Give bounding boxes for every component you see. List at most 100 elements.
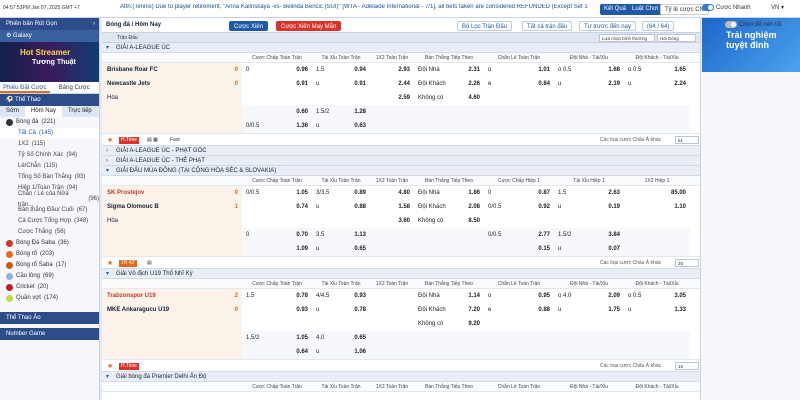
other-markets-link[interactable]: Các loại cược Châu Á khác: [600, 137, 661, 143]
league-header[interactable]: › GIẢI A-LEAGUE ÚC - PHẠT GÓC: [102, 146, 700, 156]
odds-cell[interactable]: 4/4.5 0.93: [312, 289, 370, 303]
odds-cell[interactable]: o 0.5 1.68: [554, 63, 624, 77]
odds-cell[interactable]: u 2.19: [554, 77, 624, 91]
accept-odds-toggle[interactable]: Chọn để nên tối: [725, 21, 781, 28]
odds-cell[interactable]: o 1.01: [484, 63, 554, 77]
odds-cell[interactable]: 1.5/2 1.28: [312, 105, 370, 119]
odds-cell[interactable]: 85.00: [624, 186, 690, 200]
odds-cell[interactable]: u 2.24: [624, 77, 690, 91]
odds-cell[interactable]: 4.80: [370, 186, 414, 200]
sidebar-item-badminton[interactable]: Cầu lông (69): [0, 271, 99, 282]
odds-cell[interactable]: 0/0.5 2.77: [484, 228, 554, 242]
markets-count-select[interactable]: 25: [675, 259, 699, 267]
number-game-header[interactable]: Number Game: [0, 328, 99, 340]
tab-early[interactable]: Sớm: [0, 106, 25, 117]
sidebar-item-basketball[interactable]: Bóng rổ (203): [0, 249, 99, 260]
galaxy-link[interactable]: ⚙ Galaxy: [0, 30, 99, 42]
odds-cell[interactable]: u 1.33: [624, 303, 690, 317]
sidebar-item-correct-score[interactable]: Tỷ Số Chính Xác (94): [0, 150, 99, 161]
odds-cell[interactable]: 2.59: [370, 91, 414, 105]
sort-select[interactable]: Lựa chọn bình thường: [599, 34, 655, 42]
odds-cell[interactable]: Không có 9.20: [414, 317, 484, 331]
odds-cell[interactable]: 1.10: [624, 200, 690, 214]
tab-today[interactable]: Hôm Nay: [24, 106, 62, 117]
odds-cell[interactable]: u 1.75: [554, 303, 624, 317]
sidebar-item-1x2[interactable]: 1X2 (115): [0, 139, 99, 150]
tab-bet-list[interactable]: Bảng Cược: [50, 82, 100, 93]
odds-cell[interactable]: 1.5/2 1.05: [242, 331, 312, 345]
star-icon[interactable]: ★: [107, 136, 113, 144]
odds-cell[interactable]: 0 0.96: [242, 63, 312, 77]
odds-cell[interactable]: 0.93: [242, 303, 312, 317]
odds-cell[interactable]: Đội Khách 7.20: [414, 303, 484, 317]
sports-section-header[interactable]: ⚽ Thể Thao: [0, 94, 99, 106]
odds-cell[interactable]: Không có 4.60: [414, 91, 484, 105]
odds-cell[interactable]: u 0.63: [312, 119, 370, 133]
odds-cell[interactable]: 4.0 0.65: [312, 331, 370, 345]
odds-cell[interactable]: 1.5 0.78: [242, 289, 312, 303]
compact-version-link[interactable]: Phiên bản Rút Gọn ›: [0, 18, 99, 30]
home-team[interactable]: Trabzonspor U19 2: [102, 289, 242, 303]
streamer-banner[interactable]: Hot Streamer Tương Thuật: [0, 42, 99, 82]
other-markets-link[interactable]: Các loại cược Châu Á khác: [600, 260, 661, 266]
league-header[interactable]: › GIẢI A-LEAGUE ÚC - THẺ PHẠT: [102, 156, 700, 166]
sidebar-item-tennis[interactable]: Quần vợt (174): [0, 293, 99, 304]
match-type-select[interactable]: Tất cả trận đấu: [522, 21, 573, 31]
odds-cell[interactable]: u 0.91: [312, 77, 370, 91]
tab-betslip[interactable]: Phiếu Đặt Cược: [0, 82, 50, 93]
tab-live[interactable]: Trực tiếp: [62, 106, 98, 117]
odds-cell[interactable]: o 0.5 3.05: [624, 289, 690, 303]
odds-cell[interactable]: Đội Nhà 1.86: [414, 186, 484, 200]
stats-icon[interactable]: ▤ ▦: [147, 137, 158, 143]
odds-cell[interactable]: u 0.65: [312, 242, 370, 256]
odds-cell[interactable]: 3.60: [370, 214, 414, 228]
star-icon[interactable]: ★: [107, 362, 113, 370]
odds-cell[interactable]: Đội Nhà 2.31: [414, 63, 484, 77]
odds-cell[interactable]: 0.64: [242, 345, 312, 359]
home-team[interactable]: Brisbane Roar FC 0: [102, 63, 242, 77]
sidebar-item-half-odd-even[interactable]: Chẵn / Lẻ của Nửa trận... (96): [0, 191, 99, 208]
odds-cell[interactable]: e 0.84: [484, 77, 554, 91]
markets-count-select[interactable]: 51: [675, 136, 699, 144]
league-header[interactable]: ▾ GIẢI A-LEAGUE ÚC: [102, 43, 700, 53]
away-team[interactable]: Newcastle Jets 0: [102, 77, 242, 91]
odds-cell[interactable]: 0.60: [242, 105, 312, 119]
odds-cell[interactable]: e 0.88: [484, 303, 554, 317]
odds-cell[interactable]: 0/0.5 0.92: [484, 200, 554, 214]
odds-cell[interactable]: 0 0.70: [242, 228, 312, 242]
odds-cell[interactable]: 2.93: [370, 63, 414, 77]
odds-cell[interactable]: o 0.95: [484, 289, 554, 303]
odds-cell[interactable]: u 0.19: [554, 200, 624, 214]
other-markets-link[interactable]: Các loại cược Châu Á khác: [600, 363, 661, 369]
league-header[interactable]: ▾ GIẢI ĐẤU MÙA ĐÔNG (TẠI CỘNG HÒA SÉC & S…: [102, 166, 700, 176]
sidebar-item-outright[interactable]: Cược Thắng (56): [0, 227, 99, 238]
announcement-ticker[interactable]: Attn:(Tennis) Due to player retirement, …: [120, 4, 594, 14]
virtual-sports-header[interactable]: Thể Thao Ảo: [0, 312, 99, 324]
rules-button[interactable]: Luật Chơi: [628, 4, 663, 15]
odds-cell[interactable]: 1.5/2 3.84: [554, 228, 624, 242]
sidebar-item-first-last-goal[interactable]: Bàn thắng Đầu/ Cuối (67): [0, 205, 99, 216]
odds-cell[interactable]: 0.74: [242, 200, 312, 214]
odds-cell[interactable]: 1.09: [242, 242, 312, 256]
league-header[interactable]: ▾ Giải bóng đá Premier Delhi Ấn Độ: [102, 372, 700, 382]
odds-cell[interactable]: u 1.06: [312, 345, 370, 359]
league-header[interactable]: ▾ Giải Vô địch U19 Thổ Nhĩ Kỳ: [102, 269, 700, 279]
odds-cell[interactable]: 3.5 1.13: [312, 228, 370, 242]
parlay-button[interactable]: Cược Xiên: [229, 21, 268, 31]
odds-cell[interactable]: 0/0.5 1.05: [242, 186, 312, 200]
sidebar-item-cricket[interactable]: Cricket (20): [0, 282, 99, 293]
sidebar-item-mix-parlay[interactable]: Cả Cược Tổng Hợp (348): [0, 216, 99, 227]
star-icon[interactable]: ★: [107, 259, 113, 267]
sidebar-item-odd-even[interactable]: Lẻ/Chẵn (115): [0, 161, 99, 172]
odds-cell[interactable]: u 0.07: [554, 242, 624, 256]
odds-cell[interactable]: 1.5 0.94: [312, 63, 370, 77]
away-team[interactable]: Sigma Olomouc B1: [102, 200, 242, 214]
sidebar-item-football[interactable]: Bóng đá (221): [0, 117, 99, 128]
odds-cell[interactable]: 3/3.5 0.89: [312, 186, 370, 200]
results-button[interactable]: Kết Quả: [600, 4, 631, 15]
quick-bet-toggle[interactable]: Cược Nhanh: [702, 4, 751, 11]
sidebar-item-saba-basketball[interactable]: Bóng rổ Saba (17): [0, 260, 99, 271]
odds-cell[interactable]: o 4.0 2.09: [554, 289, 624, 303]
odds-cell[interactable]: 0 0.87: [484, 186, 554, 200]
odds-cell[interactable]: 0.15: [484, 242, 554, 256]
